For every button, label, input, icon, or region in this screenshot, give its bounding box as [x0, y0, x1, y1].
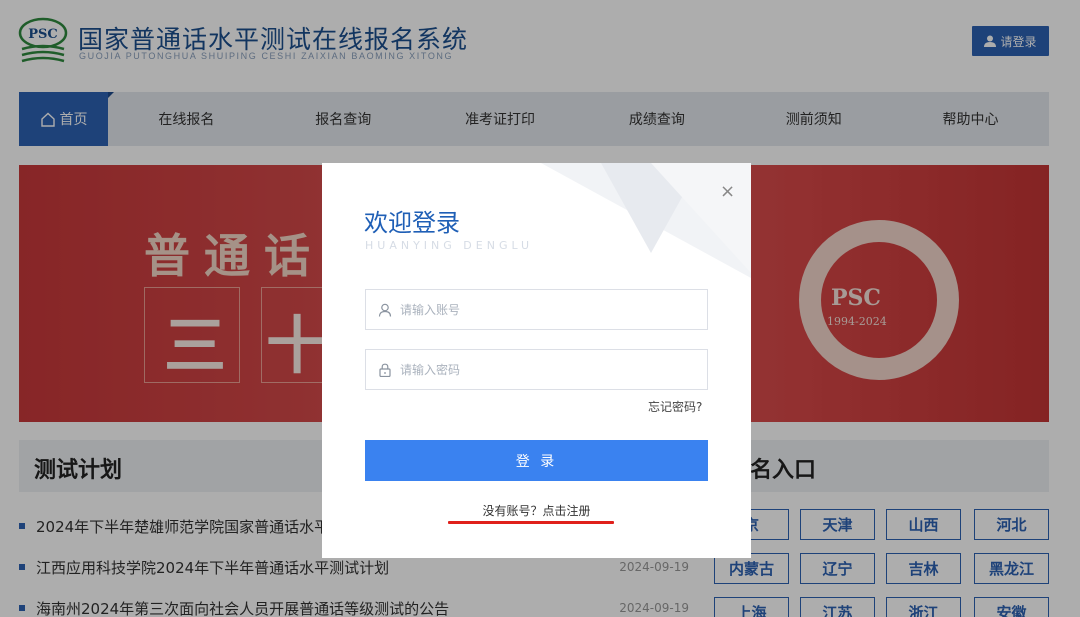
modal-title: 欢迎登录	[364, 209, 460, 237]
close-icon[interactable]: ×	[720, 181, 735, 202]
password-input[interactable]	[400, 362, 680, 377]
account-field[interactable]	[365, 289, 708, 330]
forgot-password-link[interactable]: 忘记密码?	[648, 398, 702, 415]
register-link[interactable]: 没有账号？点击注册	[322, 502, 751, 519]
modal-subtitle: HUANYING DENGLU	[365, 239, 534, 252]
highlight-underline	[448, 521, 614, 524]
password-field[interactable]	[365, 349, 708, 390]
user-icon	[378, 303, 392, 317]
lock-icon	[379, 363, 391, 377]
login-modal: × 欢迎登录 HUANYING DENGLU 忘记密码? 登 录 没有账号？点击…	[322, 163, 751, 558]
account-input[interactable]	[400, 302, 680, 317]
login-submit-button[interactable]: 登 录	[365, 440, 708, 481]
